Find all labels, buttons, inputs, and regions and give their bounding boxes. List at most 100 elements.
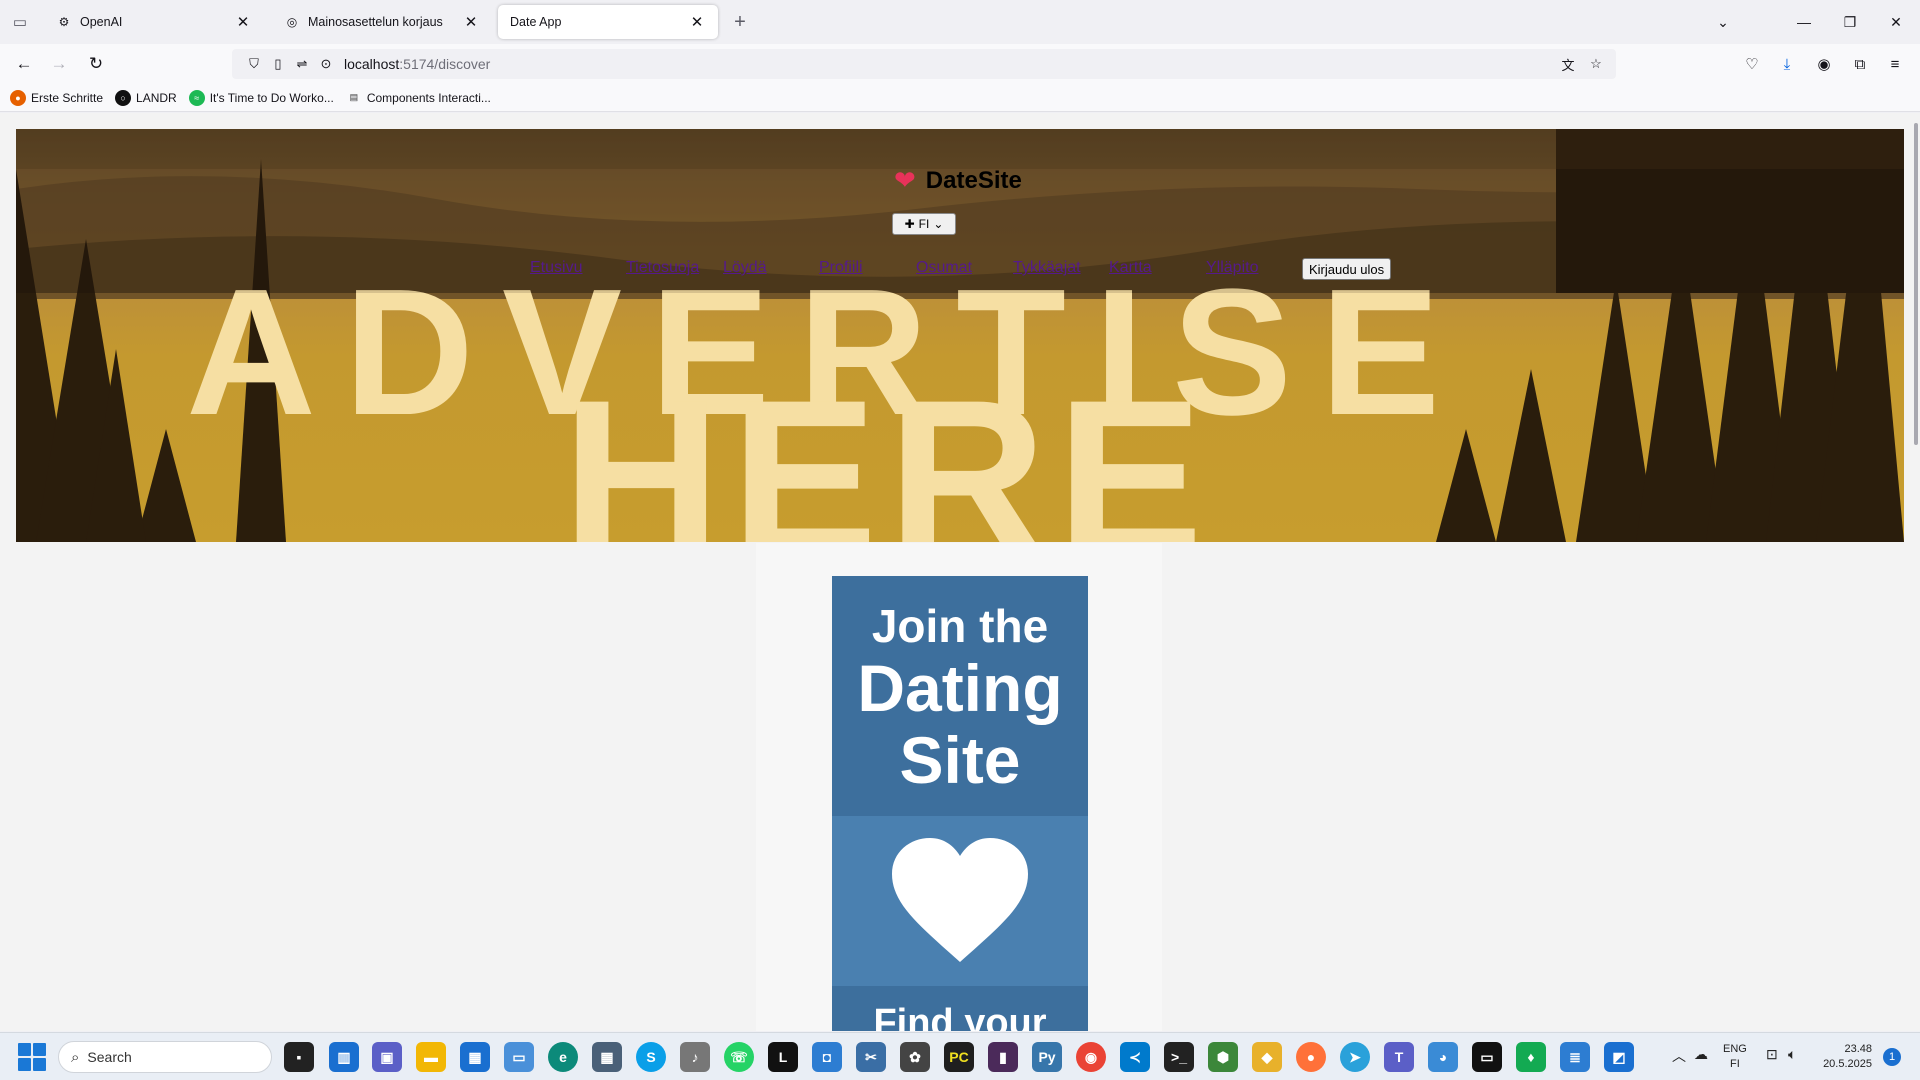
heart-icon — [892, 838, 1028, 962]
network-icon[interactable]: ⊡ — [1766, 1046, 1778, 1063]
brand-logo[interactable]: ❤ DateSite — [894, 165, 1022, 196]
menu-icon[interactable]: ≡ — [1881, 50, 1909, 78]
chevron-up-icon[interactable]: ︿ — [1672, 1046, 1686, 1066]
file-explorer-icon[interactable]: ▬ — [416, 1042, 446, 1072]
bookmark-erste-schritte[interactable]: ● Erste Schritte — [10, 89, 103, 106]
translate-icon[interactable]: 文 — [1556, 52, 1580, 76]
back-icon[interactable]: ← — [10, 50, 38, 78]
page-icon[interactable]: ▯ — [266, 52, 290, 76]
close-tab-icon[interactable]: ✕ — [234, 13, 252, 31]
whatsapp-icon[interactable]: ☏ — [724, 1042, 754, 1072]
python-icon[interactable]: Py — [1032, 1042, 1062, 1072]
edge-icon[interactable]: e — [548, 1042, 578, 1072]
clock[interactable]: 23.48 20.5.2025 — [1820, 1042, 1872, 1072]
teams-icon[interactable]: T — [1384, 1042, 1414, 1072]
nav-link-profiili[interactable]: Profiili — [819, 259, 863, 277]
close-tab-icon[interactable]: ✕ — [462, 13, 480, 31]
chatgpt-app-icon[interactable]: ✿ — [900, 1042, 930, 1072]
nav-link-kartta[interactable]: Kartta — [1109, 259, 1152, 277]
language-select[interactable]: ✚ FI ⌄ — [892, 213, 956, 235]
teams-chat-icon[interactable]: ▣ — [372, 1042, 402, 1072]
nav-link-osumat[interactable]: Osumat — [916, 259, 972, 277]
notification-badge[interactable]: 1 — [1883, 1048, 1901, 1066]
page-viewport: ADVERTISE HERE ❤ DateSite ✚ FI ⌄ Etusivu… — [0, 113, 1920, 1031]
app-purple-icon[interactable]: ▮ — [988, 1042, 1018, 1072]
forward-icon[interactable]: → — [45, 50, 73, 78]
new-tab-icon[interactable]: + — [727, 9, 753, 35]
permissions-icon[interactable]: ⇌ — [290, 52, 314, 76]
nav-link-etusivu[interactable]: Etusivu — [530, 259, 582, 277]
nav-link-yllapito[interactable]: Ylläpito — [1206, 259, 1258, 277]
store-icon[interactable]: ▦ — [460, 1042, 490, 1072]
hero-banner: ADVERTISE HERE ❤ DateSite ✚ FI ⌄ Etusivu… — [16, 129, 1904, 542]
firefox-icon: ● — [10, 89, 26, 106]
microphone-icon[interactable]: ♪ — [680, 1042, 710, 1072]
windows-start-icon[interactable] — [18, 1043, 46, 1071]
account-icon[interactable]: ◉ — [1810, 50, 1838, 78]
snipping-tool-icon[interactable]: ✂ — [856, 1042, 886, 1072]
location-icon[interactable]: ⊙ — [314, 52, 338, 76]
minimize-icon[interactable]: — — [1781, 0, 1827, 44]
tab-bar: ▭ ⚙ OpenAI ✕ ◎ Mainosasettelun korjaus ✕… — [0, 0, 1920, 44]
telegram-icon[interactable]: ➤ — [1340, 1042, 1370, 1072]
url-text[interactable]: localhost:5174/discover — [344, 56, 490, 72]
nav-link-tietosuoja[interactable]: Tietosuoja — [626, 259, 699, 277]
pocket-icon[interactable]: ♡ — [1738, 50, 1766, 78]
reload-icon[interactable]: ↻ — [82, 50, 110, 78]
extensions-icon[interactable]: ⧉ — [1846, 50, 1874, 78]
console-icon[interactable]: ▭ — [1472, 1042, 1502, 1072]
tab-date-app[interactable]: Date App ✕ — [498, 5, 718, 39]
chrome-icon[interactable]: ◉ — [1076, 1042, 1106, 1072]
bookmark-components[interactable]: ▤ Components Interacti... — [346, 90, 491, 106]
search-icon: ⌕ — [71, 1048, 80, 1066]
address-bar[interactable]: ⛉ ▯ ⇌ ⊙ localhost:5174/discover 文 ☆ — [232, 49, 1616, 79]
vscode-icon[interactable]: ≺ — [1120, 1042, 1150, 1072]
pycharm-icon[interactable]: PC — [944, 1042, 974, 1072]
widgets-icon[interactable]: ▥ — [329, 1042, 359, 1072]
ad-headline: Join the Dating Site — [832, 576, 1088, 816]
nav-link-loyda[interactable]: Löydä — [723, 259, 767, 277]
page-scrollbar[interactable] — [1914, 123, 1918, 445]
vertical-ad-banner[interactable]: Join the Dating Site Find your — [832, 576, 1088, 1031]
photos-icon[interactable]: ◩ — [1604, 1042, 1634, 1072]
ableton-live-icon[interactable]: L — [768, 1042, 798, 1072]
windows-taskbar: ⌕ Search ▪ ▥ ▣ ▬ ▦ ▭ e ▦ S ♪ ☏ L ◘ ✂ ✿ P… — [0, 1032, 1920, 1080]
terminal-icon[interactable]: >_ — [1164, 1042, 1194, 1072]
skype-icon[interactable]: S — [636, 1042, 666, 1072]
outlook-icon[interactable]: ◘ — [812, 1042, 842, 1072]
nodejs-icon[interactable]: ⬢ — [1208, 1042, 1238, 1072]
kite-icon[interactable]: ◆ — [1252, 1042, 1282, 1072]
shield-icon[interactable]: ⛉ — [242, 52, 266, 76]
openai-icon: ⚙ — [58, 15, 70, 29]
nav-link-tykkaajat[interactable]: Tykkäajat — [1013, 259, 1081, 277]
task-view-icon[interactable]: ▪ — [284, 1042, 314, 1072]
tab-list-icon[interactable]: ▭ — [0, 0, 40, 44]
tab-mainosasettelun[interactable]: ◎ Mainosasettelun korjaus ✕ — [272, 5, 492, 39]
bookmark-spotify[interactable]: ≈ It's Time to Do Worko... — [188, 89, 334, 106]
tab-openai[interactable]: ⚙ OpenAI ✕ — [44, 5, 264, 39]
postgres-icon[interactable]: ◕ — [1428, 1042, 1458, 1072]
site-header: ❤ DateSite ✚ FI ⌄ Etusivu Tietosuoja Löy… — [16, 129, 1904, 293]
volume-icon[interactable]: 🔈︎ — [1788, 1046, 1796, 1063]
restore-icon[interactable]: ❐ — [1827, 0, 1873, 44]
star-icon[interactable]: ☆ — [1584, 52, 1608, 76]
document-icon: ▤ — [349, 92, 359, 102]
chevron-down-icon: ⌄ — [933, 217, 944, 231]
ad-tagline: Find your — [832, 986, 1088, 1031]
firefox-icon[interactable]: ● — [1296, 1042, 1326, 1072]
download-icon[interactable]: ⤓ — [1773, 50, 1801, 78]
bookmark-landr[interactable]: ○ LANDR — [115, 89, 177, 106]
close-tab-icon[interactable]: ✕ — [688, 13, 706, 31]
onedrive-icon[interactable]: ☁ — [1694, 1046, 1708, 1063]
mongodb-icon[interactable]: ♦ — [1516, 1042, 1546, 1072]
keyboard-language[interactable]: ENG FI — [1723, 1042, 1747, 1072]
logout-button[interactable]: Kirjaudu ulos — [1302, 258, 1392, 280]
finland-flag-icon: ✚ — [904, 217, 915, 231]
remote-desktop-icon[interactable]: ▭ — [504, 1042, 534, 1072]
calculator-icon[interactable]: ▦ — [592, 1042, 622, 1072]
close-window-icon[interactable]: ✕ — [1873, 0, 1919, 44]
taskbar-search[interactable]: ⌕ Search — [58, 1041, 272, 1073]
notepad-icon[interactable]: ≣ — [1560, 1042, 1590, 1072]
chevron-down-icon[interactable]: ⌄ — [1700, 0, 1746, 44]
navigation-toolbar: ← → ↻ ⛉ ▯ ⇌ ⊙ localhost:5174/discover 文 … — [0, 44, 1920, 84]
